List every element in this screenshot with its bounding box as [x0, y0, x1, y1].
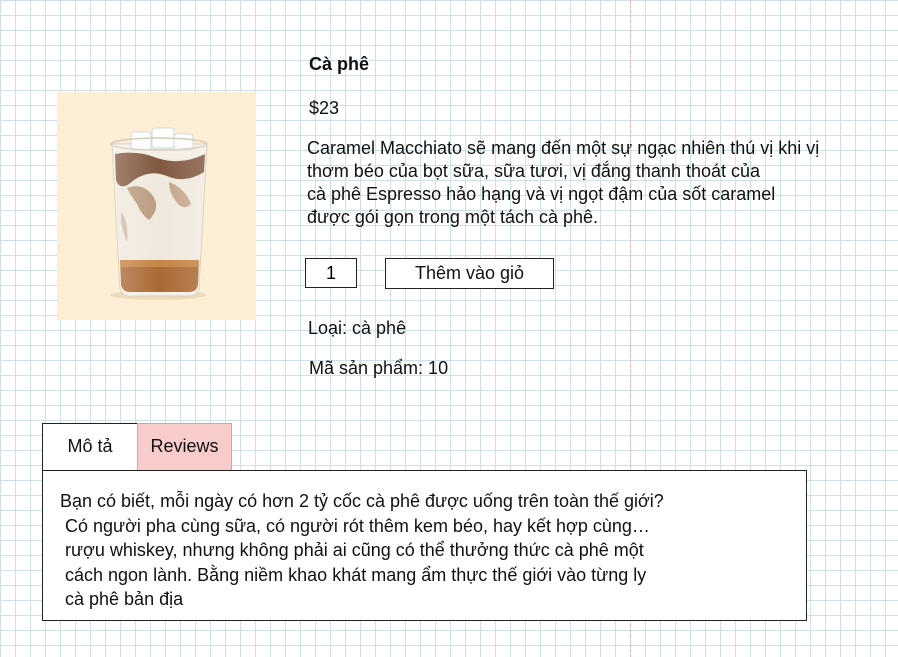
product-title: Cà phê	[309, 54, 370, 74]
product-description: Caramel Macchiato sẽ mang đến một sự ngạ…	[307, 138, 820, 227]
tab-reviews[interactable]: Reviews	[137, 423, 232, 470]
product-sku: Mã sản phẩm: 10	[309, 358, 449, 378]
tab-panel-text: Bạn có biết, mỗi ngày có hơn 2 tỷ cốc cà…	[60, 491, 664, 609]
product-price: $23	[309, 98, 340, 118]
product-category: Loại: cà phê	[308, 318, 407, 338]
add-to-cart-button[interactable]: Thêm vào giỏ	[385, 258, 554, 289]
iced-caramel-macchiato-image	[110, 127, 208, 300]
product-image	[57, 92, 256, 320]
quantity-input[interactable]	[305, 258, 357, 288]
tab-description[interactable]: Mô tả	[42, 423, 138, 470]
tab-panel: Bạn có biết, mỗi ngày có hơn 2 tỷ cốc cà…	[42, 470, 807, 621]
